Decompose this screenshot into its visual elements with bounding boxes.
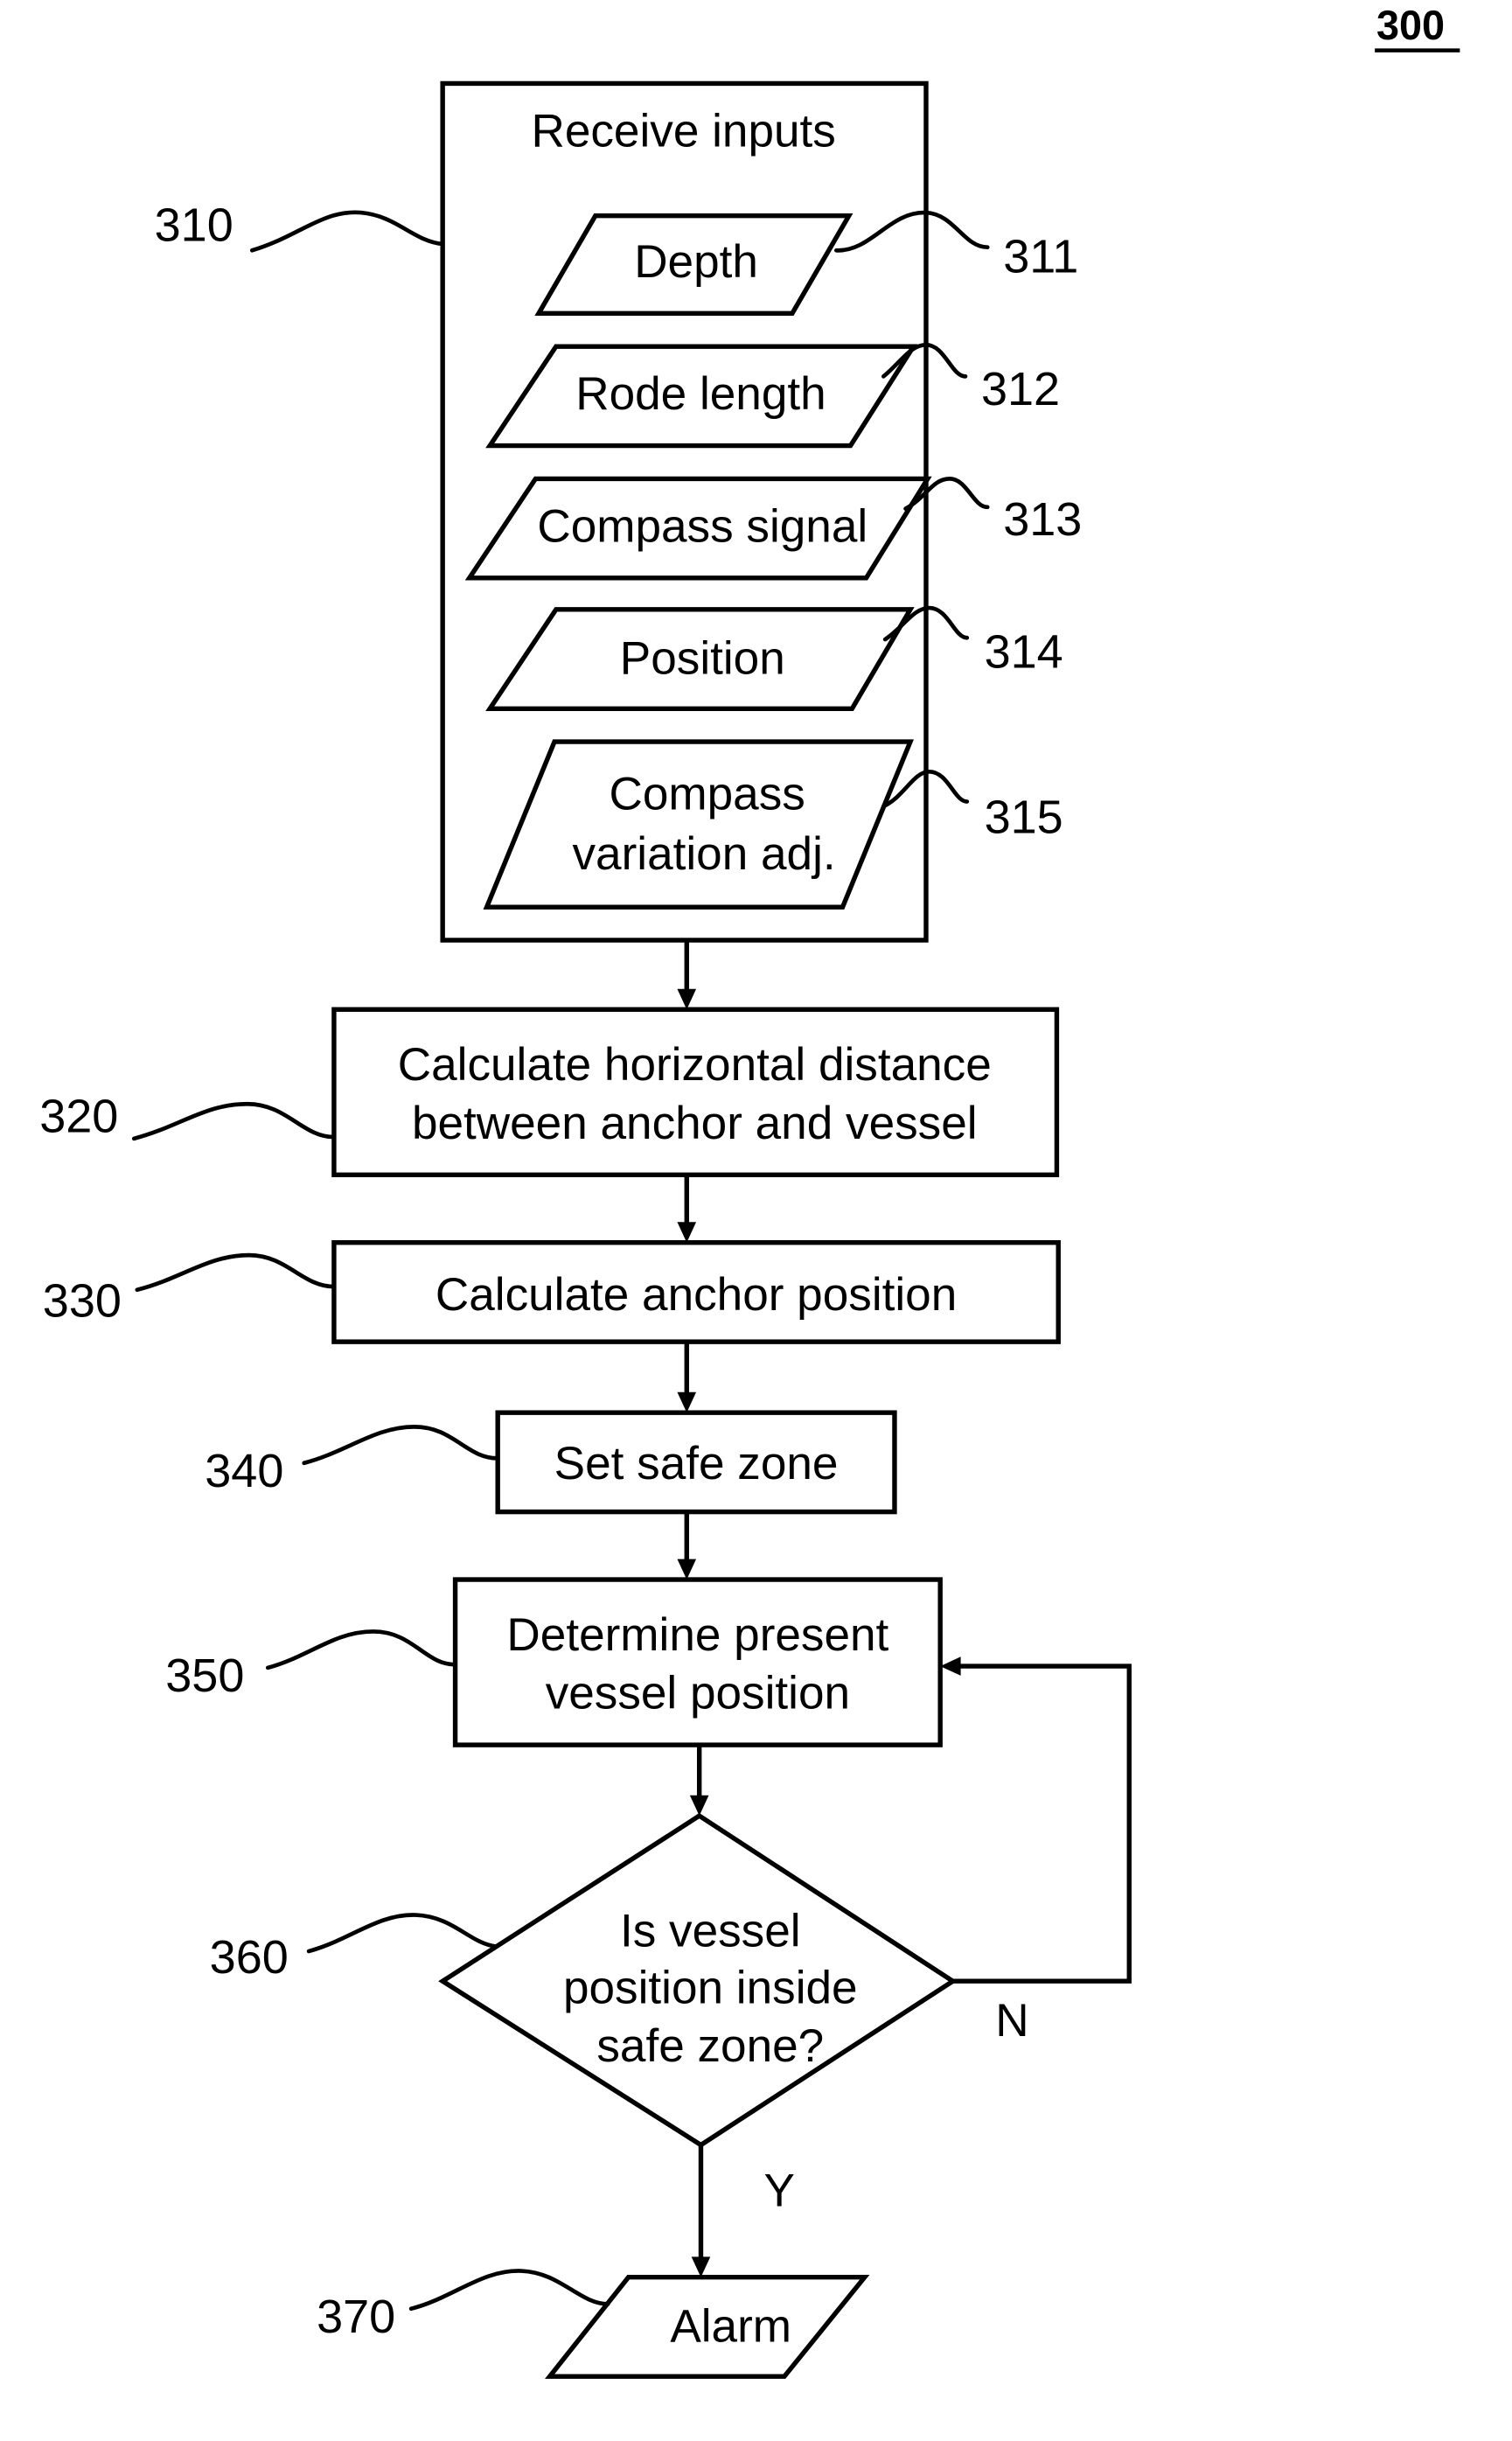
determine-position-line2: vessel position <box>546 1668 850 1719</box>
ref-label-315: 315 <box>985 792 1063 844</box>
alarm-label: Alarm <box>670 2301 791 2353</box>
arrow-340-to-350 <box>677 1511 697 1580</box>
step-calculate-anchor: Calculate anchor position 330 <box>43 1240 1061 1344</box>
leader-line-350 <box>265 1629 457 1670</box>
leader-line-340 <box>302 1425 500 1466</box>
arrow-330-to-340 <box>677 1342 697 1413</box>
step-determine-position: Determine present vessel position 350 <box>165 1577 943 1747</box>
arrow-320-to-330 <box>677 1175 697 1243</box>
ref-label-340: 340 <box>205 1445 283 1497</box>
input-compass-variation: Compass variation adj. 315 <box>483 739 1063 910</box>
calculate-distance-box <box>331 1007 1060 1177</box>
arrowhead-icon <box>677 1391 697 1413</box>
input-label-compass-signal: Compass signal <box>537 500 867 552</box>
leader-line-330 <box>135 1252 337 1293</box>
flowchart-figure: 300 Receive inputs 310 Depth 311 Rode le… <box>39 3 1460 2379</box>
no-branch-line <box>952 1663 1132 1984</box>
step-set-safe-zone: Set safe zone 340 <box>205 1410 897 1515</box>
yes-branch: Y <box>691 2145 795 2277</box>
arrow-350-to-360 <box>689 1745 709 1817</box>
arrow-310-to-320 <box>677 939 697 1010</box>
leader-line-360 <box>306 1913 498 1954</box>
determine-position-line1: Determine present <box>506 1609 888 1661</box>
decision-line1: Is vessel <box>620 1906 801 1957</box>
ref-label-311: 311 <box>1003 231 1078 283</box>
receive-inputs-title: Receive inputs <box>531 105 835 157</box>
ref-label-314: 314 <box>985 625 1063 678</box>
input-label-compass-variation-line2: variation adj. <box>573 828 836 880</box>
arrowhead-icon <box>677 1559 697 1580</box>
set-safe-zone-label: Set safe zone <box>554 1438 839 1489</box>
ref-label-360: 360 <box>210 1931 289 1984</box>
input-parallelogram-compass-variation <box>483 739 914 910</box>
step-calculate-distance: Calculate horizontal distance between an… <box>39 1007 1060 1177</box>
input-label-rode-length: Rode length <box>575 368 826 420</box>
input-position: Position 314 <box>485 605 1063 711</box>
decision-inside-safe-zone: Is vessel position inside safe zone? 360 <box>210 1812 958 2148</box>
leader-line-320 <box>131 1101 337 1141</box>
yes-branch-label: Y <box>764 2166 795 2217</box>
ref-label-313: 313 <box>1003 493 1082 546</box>
calculate-anchor-label: Calculate anchor position <box>435 1269 957 1321</box>
decision-line3: safe zone? <box>596 2020 824 2072</box>
decision-line2: position inside <box>563 1962 858 2013</box>
input-label-position: Position <box>620 633 785 685</box>
leader-line-310 <box>249 210 445 253</box>
input-label-compass-variation-line1: Compass <box>610 769 805 820</box>
ref-label-320: 320 <box>39 1091 118 1143</box>
ref-label-312: 312 <box>981 363 1060 415</box>
ref-label-330: 330 <box>43 1274 122 1327</box>
no-branch-loop: N <box>940 1656 1132 2047</box>
output-alarm: Alarm 370 <box>317 2269 870 2379</box>
leader-line-370 <box>408 2269 610 2312</box>
no-branch-label: N <box>995 1995 1028 2047</box>
calculate-distance-line2: between anchor and vessel <box>412 1098 978 1149</box>
input-compass-signal: Compass signal 313 <box>464 476 1082 581</box>
arrowhead-icon <box>691 2256 711 2277</box>
arrowhead-icon <box>940 1656 961 1676</box>
input-rode-length: Rode length 312 <box>485 343 1060 449</box>
ref-label-350: 350 <box>165 1649 244 1702</box>
input-label-depth: Depth <box>634 236 758 288</box>
ref-label-370: 370 <box>317 2291 395 2343</box>
arrowhead-icon <box>689 1795 709 1817</box>
ref-label-310: 310 <box>155 199 233 251</box>
determine-position-box <box>452 1577 943 1747</box>
arrowhead-icon <box>677 988 697 1010</box>
figure-number: 300 <box>1375 3 1460 52</box>
figure-number-text: 300 <box>1376 3 1445 48</box>
arrowhead-icon <box>677 1222 697 1243</box>
calculate-distance-line1: Calculate horizontal distance <box>398 1039 992 1091</box>
